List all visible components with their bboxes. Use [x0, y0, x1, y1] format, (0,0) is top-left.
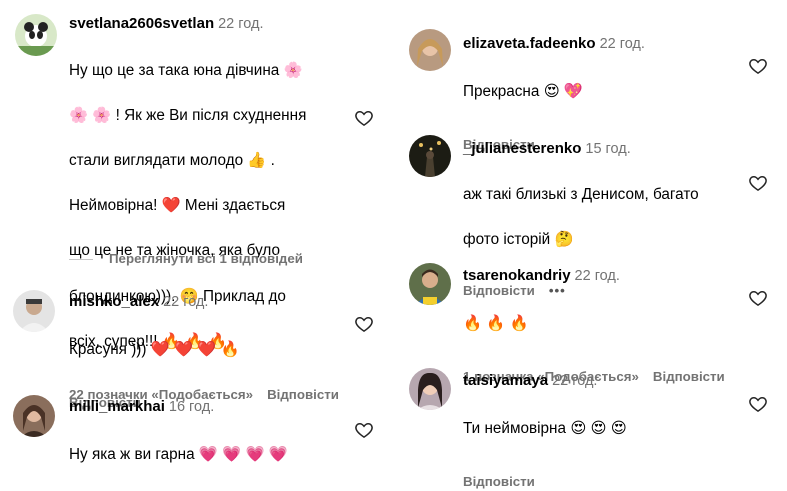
comment-time[interactable]: 22 год.	[218, 16, 263, 32]
comment-time[interactable]: 15 год.	[585, 141, 630, 157]
replies-divider	[69, 258, 93, 260]
avatar[interactable]	[409, 368, 451, 410]
heart-outline-icon[interactable]	[748, 394, 768, 414]
heart-outline-icon[interactable]	[354, 314, 374, 334]
heart-outline-icon[interactable]	[748, 56, 768, 76]
comment-username[interactable]: tsarenokandriy	[463, 267, 571, 284]
comment-username[interactable]: svetlana2606svetlan	[69, 15, 214, 32]
comment-text-line: 🔥 🔥 🔥	[463, 314, 529, 332]
view-replies-label[interactable]: Переглянути всі 1 відповідей	[109, 251, 303, 266]
heart-outline-icon[interactable]	[354, 108, 374, 128]
avatar[interactable]	[13, 290, 55, 332]
heart-outline-icon[interactable]	[748, 288, 768, 308]
avatar[interactable]	[409, 29, 451, 71]
comment-username[interactable]: milli_markhai	[69, 398, 165, 415]
heart-outline-icon[interactable]	[354, 420, 374, 440]
comment-text-line: Ну що це за така юна дівчина 🌸	[69, 61, 303, 79]
comment-text-line: Ти неймовірна 😍 😍 😍	[463, 419, 627, 437]
view-replies-button[interactable]: Переглянути всі 1 відповідей	[69, 251, 303, 266]
comment-time[interactable]: 22 год.	[163, 294, 208, 310]
avatar[interactable]	[409, 135, 451, 177]
comment-text-line: фото історій 🤔	[463, 230, 574, 248]
comment-username[interactable]: _julianesterenko	[463, 140, 581, 157]
comment-text-line: Прекрасна 😍 💖	[463, 82, 583, 100]
heart-outline-icon[interactable]	[748, 173, 768, 193]
comment-text-line: Красуня ))) ❤️ ❤️ ❤️ 🔥	[69, 340, 240, 358]
avatar[interactable]	[13, 395, 55, 437]
comment-username[interactable]: taisiyamaya	[463, 372, 548, 389]
comment-time[interactable]: 22 год.	[575, 268, 620, 284]
avatar[interactable]	[409, 263, 451, 305]
comment-text-line: 🌸 🌸 ! Як же Ви після схуднення	[69, 106, 307, 124]
reply-button[interactable]: Відповісти	[463, 474, 535, 489]
comment-text-line: стали виглядати молодо 👍 .	[69, 151, 275, 169]
comment-username[interactable]: elizaveta.fadeenko	[463, 35, 596, 52]
comment-text-line: Неймовірна! ❤️ Мені здається	[69, 197, 286, 215]
comment-username[interactable]: mishko_alex	[69, 293, 159, 310]
comment-time[interactable]: 22 год.	[600, 36, 645, 52]
comment-text-line: аж такі близькі з Денисом, багато	[463, 185, 699, 203]
comment-time[interactable]: 16 год.	[169, 399, 214, 415]
comment-text-line: Ну яка ж ви гарна 💗 💗 💗 💗	[69, 445, 288, 463]
avatar[interactable]	[15, 14, 57, 56]
comment-time[interactable]: 22 год.	[552, 373, 597, 389]
